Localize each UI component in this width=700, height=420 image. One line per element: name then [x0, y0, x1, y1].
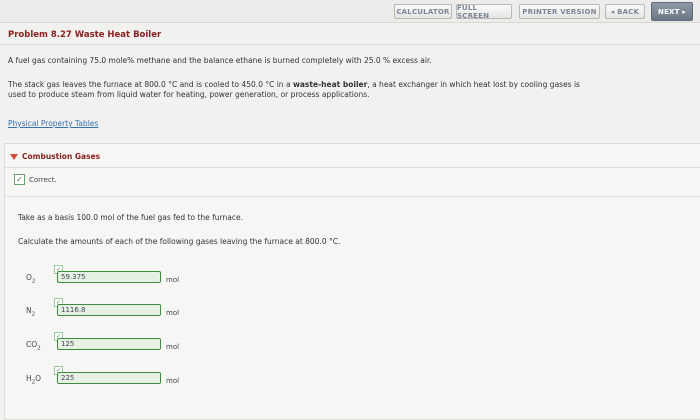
answer-row-n2: N2 ✓ 1116.8 mol — [0, 298, 700, 332]
section-title: Combustion Gases — [22, 152, 101, 161]
problem-statement-line1: A fuel gas containing 75.0 mole% methane… — [8, 56, 432, 65]
unit-label: mol — [166, 309, 180, 317]
answer-row-o2: O2 ✓ 59.375 mol — [0, 265, 700, 299]
problem-title: Problem 8.27 Waste Heat Boiler — [8, 30, 162, 40]
correct-label: Correct. — [29, 175, 57, 184]
next-button[interactable]: NEXT ▸ — [651, 2, 693, 21]
calculator-button[interactable]: CALCULATOR — [394, 4, 452, 19]
gas-base: CO — [26, 340, 38, 349]
gas-subscript: 2 — [37, 345, 41, 352]
full-screen-button[interactable]: FULL SCREEN — [456, 4, 512, 20]
prompt-text: Calculate the amounts of each of the fol… — [18, 237, 341, 246]
combustion-gases-toggle[interactable]: Combustion Gases — [10, 152, 100, 161]
section-divider — [4, 196, 700, 197]
gas-subscript: 2 — [31, 311, 36, 318]
gas-subscript: 2 — [31, 278, 36, 285]
h2o-input[interactable]: 225 — [57, 372, 161, 384]
gas-label: CO2 — [26, 340, 41, 352]
basis-text: Take as a basis 100.0 mol of the fuel ga… — [18, 213, 243, 222]
divider — [0, 44, 700, 45]
unit-label: mol — [166, 377, 180, 385]
collapse-triangle-icon — [10, 153, 18, 160]
problem-statement-line2: The stack gas leaves the furnace at 800.… — [8, 80, 580, 90]
checkmark-icon: ✓ — [14, 174, 25, 185]
waste-heat-boiler-term: waste-heat boiler — [292, 80, 368, 89]
statement-text: , a heat exchanger in which heat lost by… — [367, 80, 580, 89]
answer-row-h2o: H2O ✓ 225 mol — [0, 366, 700, 400]
gas-label: N2 — [26, 306, 35, 318]
co2-input[interactable]: 125 — [57, 338, 161, 350]
top-nav-bar: CALCULATOR FULL SCREEN PRINTER VERSION ◂… — [0, 0, 700, 23]
answer-row-co2: CO2 ✓ 125 mol — [0, 332, 700, 366]
statement-text: The stack gas leaves the furnace at 800.… — [8, 80, 293, 89]
gas-label: O2 — [26, 273, 35, 285]
correct-status: ✓ Correct. — [14, 174, 57, 185]
gas-label: H2O — [26, 374, 41, 386]
gas-suffix: O — [35, 374, 42, 383]
o2-input[interactable]: 59.375 — [57, 271, 161, 283]
printer-version-button[interactable]: PRINTER VERSION — [519, 4, 600, 19]
physical-property-tables-link[interactable]: Physical Property Tables — [8, 119, 98, 128]
n2-input[interactable]: 1116.8 — [57, 304, 161, 316]
section-divider — [4, 167, 700, 168]
problem-statement-line3: used to produce steam from liquid water … — [8, 90, 370, 99]
back-button[interactable]: ◂ BACK — [605, 4, 645, 19]
unit-label: mol — [166, 276, 180, 284]
unit-label: mol — [166, 343, 180, 351]
